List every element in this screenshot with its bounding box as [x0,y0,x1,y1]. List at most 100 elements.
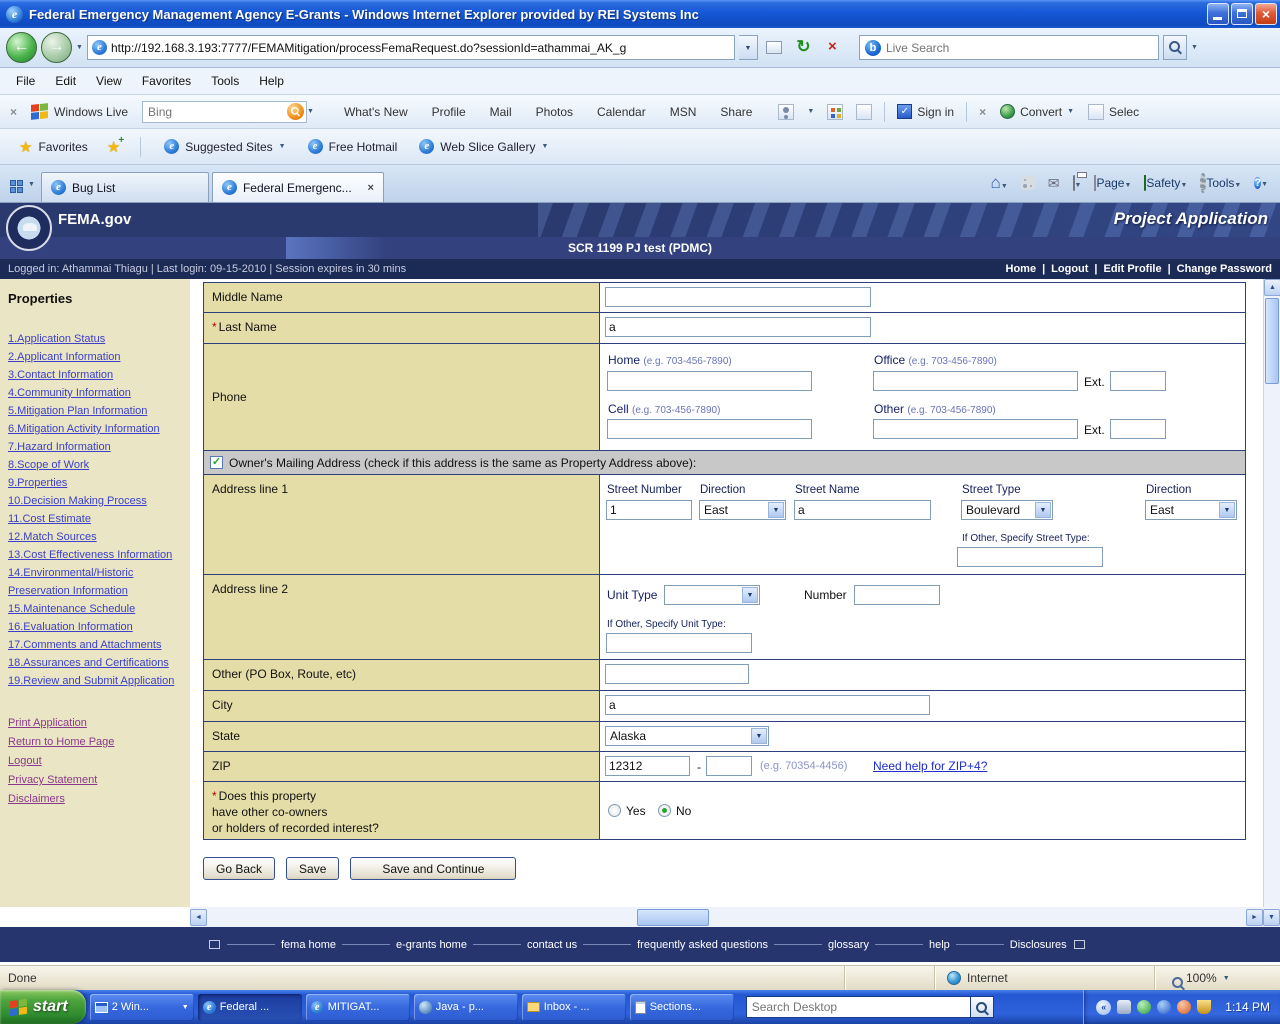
horizontal-scroll-thumb[interactable] [637,909,709,926]
sidebar-link-logout[interactable]: Logout [8,752,186,770]
link-msn[interactable]: MSN [670,105,697,119]
if-other-street-type-input[interactable] [957,547,1103,567]
ext2-input[interactable] [1110,419,1166,439]
sidebar-item-match-sources[interactable]: 12.Match Sources [8,528,186,546]
state-select[interactable]: Alaska▼ [605,726,769,746]
link-profile[interactable]: Profile [432,105,466,119]
scroll-down-icon[interactable]: ▼ [1263,909,1280,926]
sidebar-item-decision-making[interactable]: 10.Decision Making Process [8,492,186,510]
tray-shield-icon[interactable] [1197,1000,1211,1014]
suggested-sites-button[interactable]: e Suggested Sites ▼ [153,134,296,160]
street-name-input[interactable] [794,500,931,520]
home-button[interactable]: ⌂▼ [991,173,1008,193]
sidebar-item-cost-effectiveness[interactable]: 13.Cost Effectiveness Information [8,546,186,564]
live-search-input[interactable] [886,41,1153,55]
desktop-search-input[interactable] [746,996,971,1018]
chevron-down-icon[interactable]: ▼ [742,587,758,603]
tray-icon[interactable] [1137,1000,1151,1014]
same-address-checkbox[interactable]: ✓ [210,456,223,469]
sign-in-item[interactable]: ✓ Sign in [897,104,954,119]
zip-plus4-input[interactable] [706,756,752,776]
zip-input[interactable] [605,756,690,776]
sidebar-item-environmental-historic[interactable]: 14.Environmental/Historic Preservation I… [8,564,186,600]
other-phone-input[interactable] [873,419,1078,439]
sidebar-item-hazard-information[interactable]: 7.Hazard Information [8,438,186,456]
if-other-unit-type-input[interactable] [606,633,752,653]
tab-bug-list[interactable]: e Bug List [41,172,209,202]
footer-link-faq[interactable]: frequently asked questions [634,939,771,951]
horizontal-scrollbar[interactable]: ◄ ► ▼ [190,907,1280,927]
url-input[interactable] [111,41,730,55]
safety-menu[interactable]: Safety▼ [1144,176,1187,190]
menu-file[interactable]: File [6,70,45,92]
taskbar-button-federal[interactable]: e Federal ... [198,994,302,1021]
sidebar-item-review-submit[interactable]: 19.Review and Submit Application [8,672,186,690]
footer-link-glossary[interactable]: glossary [825,939,872,951]
street-type-select[interactable]: Boulevard▼ [961,500,1053,520]
scroll-right-icon[interactable]: ► [1246,909,1263,926]
quick-tabs-icon[interactable] [10,180,23,193]
go-back-button[interactable]: Go Back [203,857,275,880]
free-hotmail-button[interactable]: e Free Hotmail [297,134,409,160]
unit-type-select[interactable]: ▼ [664,585,760,605]
help-button[interactable]: ?▼ [1254,175,1268,191]
start-button[interactable]: start [0,990,86,1024]
tray-icon[interactable] [1177,1000,1191,1014]
sidebar-item-scope-of-work[interactable]: 8.Scope of Work [8,456,186,474]
sidebar-item-cost-estimate[interactable]: 11.Cost Estimate [8,510,186,528]
street-number-input[interactable] [606,500,692,520]
menu-edit[interactable]: Edit [45,70,86,92]
direction2-select[interactable]: East▼ [1145,500,1237,520]
footer-link-help[interactable]: help [926,939,953,951]
convert-item[interactable]: Convert ▼ [1000,104,1074,119]
coowners-no-radio[interactable] [658,804,671,817]
sidebar-item-applicant-information[interactable]: 2.Applicant Information [8,348,186,366]
bing-search-button[interactable] [287,103,304,120]
menu-help[interactable]: Help [249,70,294,92]
hide-tray-icons-button[interactable]: « [1096,1000,1111,1015]
zoom-control[interactable]: 100% ▼ [1154,966,1272,990]
add-favorite-button[interactable]: ★+ [107,138,120,156]
bing-search-input[interactable] [148,105,287,119]
sidebar-link-privacy[interactable]: Privacy Statement [8,771,186,789]
bing-dropdown-icon[interactable]: ▼ [307,108,314,115]
ext1-input[interactable] [1110,371,1166,391]
rss-icon[interactable] [1021,176,1035,190]
city-input[interactable] [605,695,930,715]
back-button[interactable]: ← [6,32,37,63]
toolbar-close-icon-2[interactable]: × [979,105,986,119]
tools-menu[interactable]: Tools▼ [1200,176,1241,190]
page-menu[interactable]: Page▼ [1094,176,1131,190]
taskbar-button-mitigation[interactable]: e MITIGAT... [306,994,410,1021]
link-whats-new[interactable]: What's New [344,105,408,119]
taskbar-button-group[interactable]: 2 Win... ▼ [90,994,194,1021]
sidebar-item-properties[interactable]: 9.Properties [8,474,186,492]
forward-button[interactable]: → [41,32,72,63]
url-dropdown-button[interactable]: ▼ [739,35,758,60]
sidebar-link-return-home[interactable]: Return to Home Page [8,733,186,751]
sidebar-item-evaluation-information[interactable]: 16.Evaluation Information [8,618,186,636]
direction-select[interactable]: East▼ [699,500,786,520]
vertical-scroll-thumb[interactable] [1265,298,1279,384]
link-photos[interactable]: Photos [536,105,573,119]
translate-icon[interactable] [856,104,872,120]
link-edit-profile[interactable]: Edit Profile [1104,263,1162,275]
middle-name-input[interactable] [605,287,871,307]
menu-view[interactable]: View [86,70,132,92]
scroll-up-icon[interactable]: ▲ [1264,279,1280,296]
cell-phone-input[interactable] [607,419,812,439]
select-item[interactable]: Selec [1088,104,1139,120]
refresh-button[interactable]: ↻ [791,35,816,60]
scroll-left-icon[interactable]: ◄ [190,909,207,926]
vertical-scrollbar[interactable]: ▲ [1263,279,1280,907]
close-button[interactable]: × [1255,3,1277,25]
sidebar-item-mitigation-activity[interactable]: 6.Mitigation Activity Information [8,420,186,438]
print-button[interactable]: ▼ [1073,176,1082,190]
link-mail[interactable]: Mail [490,105,512,119]
other-po-input[interactable] [605,664,749,684]
sidebar-link-print-application[interactable]: Print Application [8,714,186,732]
sidebar-link-disclaimers[interactable]: Disclaimers [8,790,186,808]
maximize-button[interactable] [1231,3,1253,25]
favorites-button[interactable]: ★ Favorites [8,134,99,160]
menu-tools[interactable]: Tools [201,70,249,92]
